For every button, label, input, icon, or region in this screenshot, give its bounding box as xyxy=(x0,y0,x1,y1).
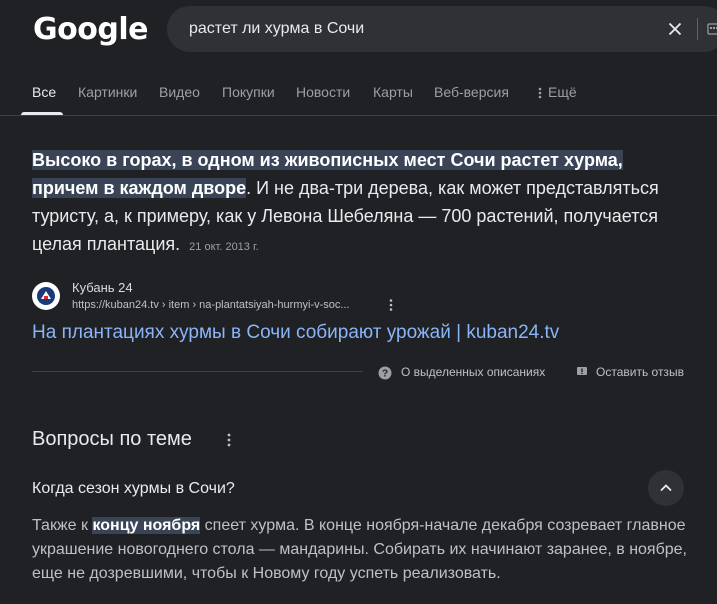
question-answer: Также к концу ноября спеет хурма. В конц… xyxy=(32,514,692,586)
feedback-icon[interactable] xyxy=(576,366,588,378)
source-url[interactable]: https://kuban24.tv › item › na-plantatsi… xyxy=(72,299,350,311)
feedback-link[interactable]: Оставить отзыв xyxy=(596,365,684,379)
about-snippets-link[interactable]: О выделенных описаниях xyxy=(401,365,545,379)
close-icon[interactable] xyxy=(664,18,686,40)
question-text[interactable]: Когда сезон хурмы в Сочи? xyxy=(32,480,235,498)
chevron-up-icon xyxy=(660,484,672,492)
question-collapse-button[interactable] xyxy=(648,470,684,506)
keyboard-icon[interactable] xyxy=(707,22,717,36)
tabs-divider xyxy=(0,115,717,116)
more-vert-icon[interactable] xyxy=(386,298,396,312)
source-name[interactable]: Кубань 24 xyxy=(72,280,133,295)
answer-highlight: концу ноября xyxy=(92,517,201,534)
more-vert-icon xyxy=(538,87,542,99)
more-vert-icon[interactable] xyxy=(224,432,234,448)
kuban24-logo-icon xyxy=(37,287,55,305)
featured-snippet: Высоко в горах, в одном из живописных ме… xyxy=(32,146,682,261)
tab-more-label: Ещё xyxy=(548,84,577,100)
snippet-date: 21 окт. 2013 г. xyxy=(189,241,259,253)
source-favicon[interactable] xyxy=(32,282,60,310)
tab-video[interactable]: Видео xyxy=(159,84,200,100)
tab-web[interactable]: Веб-версия xyxy=(434,84,509,100)
tab-all[interactable]: Все xyxy=(32,84,56,100)
tab-more[interactable]: Ещё xyxy=(538,84,577,100)
tab-news[interactable]: Новости xyxy=(296,84,350,100)
result-title-link[interactable]: На плантациях хурмы в Сочи собирают урож… xyxy=(32,322,559,344)
help-icon[interactable]: ? xyxy=(378,366,392,380)
tab-images[interactable]: Картинки xyxy=(78,84,137,100)
search-input[interactable]: растет ли хурма в Сочи xyxy=(189,20,364,38)
svg-text:?: ? xyxy=(382,369,388,380)
google-logo[interactable]: Google xyxy=(33,12,148,47)
search-box[interactable]: растет ли хурма в Сочи xyxy=(167,6,717,52)
snippet-divider xyxy=(32,371,363,372)
search-divider xyxy=(697,18,698,40)
related-questions-title: Вопросы по теме xyxy=(32,428,192,450)
answer-text-start: Также к xyxy=(32,517,93,534)
tab-maps[interactable]: Карты xyxy=(373,84,413,100)
tab-shopping[interactable]: Покупки xyxy=(222,84,275,100)
